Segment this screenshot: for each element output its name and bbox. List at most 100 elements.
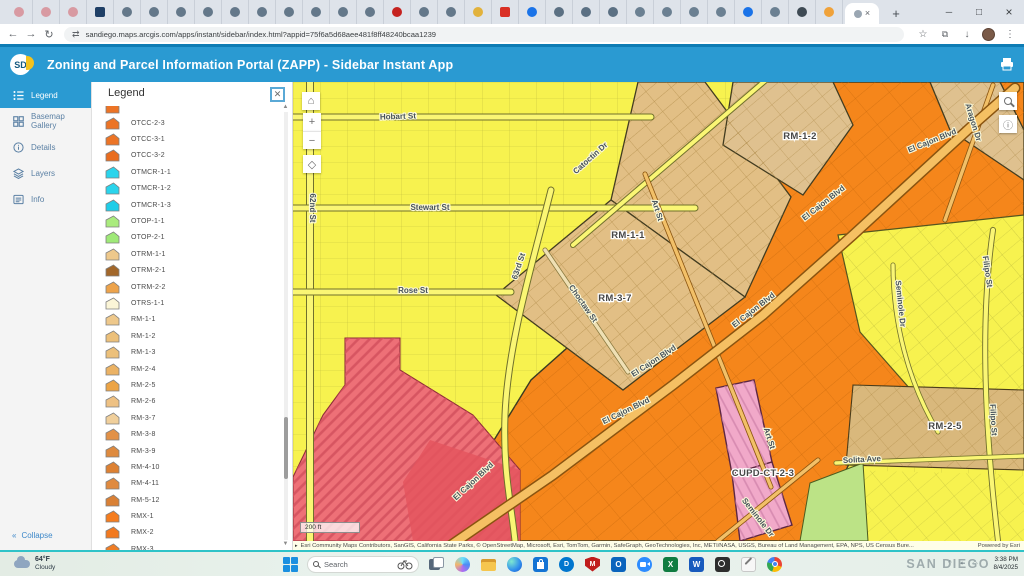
tab-favicon [14,7,24,17]
attribution-toggle-icon[interactable]: ▸ [295,543,298,549]
forward-icon[interactable]: → [22,28,40,40]
home-button[interactable]: ⌂ [302,92,320,110]
bookmark-star-icon[interactable]: ☆ [912,29,934,40]
street-label: Filipo St [988,404,999,436]
taskview-taskbar-icon[interactable] [428,556,445,573]
pinned-tab[interactable] [357,0,384,24]
pinned-tab[interactable] [573,0,600,24]
pinned-tab[interactable] [708,0,735,24]
active-tab[interactable]: × [845,3,879,24]
pen-taskbar-icon[interactable] [740,556,757,573]
pinned-tab[interactable] [384,0,411,24]
pinned-tab[interactable] [789,0,816,24]
pinned-tab[interactable] [141,0,168,24]
pinned-tab[interactable] [519,0,546,24]
sidebar-item-layers[interactable]: Layers [0,160,91,186]
url-text: sandiego.maps.arcgis.com/apps/instant/si… [86,30,436,39]
download-icon[interactable]: ↓ [956,29,978,40]
sidebar-item-details[interactable]: Details [0,134,91,160]
pinned-tab[interactable] [411,0,438,24]
new-tab-button[interactable]: + [885,2,907,24]
zone-label: RM-1-2 [783,131,816,142]
dell-taskbar-icon[interactable]: D [558,556,575,573]
pinned-tab[interactable] [600,0,627,24]
sidebar-item-basemap-gallery[interactable]: Basemap Gallery [0,108,91,134]
pinned-tab[interactable] [330,0,357,24]
print-icon[interactable] [1000,57,1014,71]
map-info-button[interactable]: ⓘ [999,115,1017,133]
pinned-tab[interactable] [627,0,654,24]
tab-favicon [122,7,132,17]
outlook-taskbar-icon[interactable]: O [610,556,627,573]
address-bar[interactable]: ⇄ sandiego.maps.arcgis.com/apps/instant/… [64,27,904,42]
legend-item: OTRM-2-2 [92,279,282,295]
site-settings-icon[interactable]: ⇄ [72,29,80,40]
zoom-in-button[interactable]: + [303,113,321,131]
pinned-tab[interactable] [465,0,492,24]
pinned-tab[interactable] [222,0,249,24]
store-taskbar-icon[interactable] [532,556,549,573]
window-close-icon[interactable]: × [994,0,1024,24]
clock-taskbar-icon[interactable] [714,556,731,573]
legend-item: RM-1-2 [92,328,282,344]
legend-item: RM-2-4 [92,361,282,377]
chrome-taskbar-icon[interactable] [766,556,783,573]
tab-favicon [392,7,402,17]
legend-item: OTRM-2-1 [92,263,282,279]
browser-menu-icon[interactable]: ⋮ [999,29,1021,40]
pinned-tab[interactable] [6,0,33,24]
pinned-tab[interactable] [654,0,681,24]
window-maximize-icon[interactable]: □ [964,0,994,24]
map-search-button[interactable] [999,92,1017,110]
mcafee-taskbar-icon[interactable]: M [584,556,601,573]
reload-icon[interactable]: ↻ [40,28,58,41]
pinned-tab[interactable] [168,0,195,24]
pinned-tab[interactable] [546,0,573,24]
taskbar-search-box[interactable]: Search [307,556,419,573]
sidebar-item-legend[interactable]: Legend [0,82,91,108]
pinned-tab[interactable] [33,0,60,24]
pinned-tab[interactable] [114,0,141,24]
edge-taskbar-icon[interactable] [506,556,523,573]
locate-button[interactable]: ◇ [303,155,321,173]
profile-avatar[interactable] [982,28,995,41]
legend-item: RM-1-1 [92,312,282,328]
pinned-tab[interactable] [60,0,87,24]
scroll-down-icon[interactable]: ▼ [282,541,289,548]
legend-scrollbar[interactable]: ▲ ▼ [282,104,289,548]
pinned-tab[interactable] [276,0,303,24]
excel-taskbar-icon[interactable]: X [662,556,679,573]
pinned-tab[interactable] [303,0,330,24]
back-icon[interactable]: ← [4,28,22,40]
taskbar-weather-widget[interactable]: 64°FCloudy [14,556,55,573]
pinned-tab[interactable] [87,0,114,24]
start-button[interactable] [283,557,298,572]
window-minimize-icon[interactable]: ─ [934,0,964,24]
app-header: SD Zoning and Parcel Information Portal … [0,47,1024,82]
pinned-tab[interactable] [735,0,762,24]
copilot-taskbar-icon[interactable] [454,556,471,573]
zoom-out-button[interactable]: − [303,131,321,149]
close-tab-icon[interactable]: × [865,9,870,18]
pinned-tab[interactable] [249,0,276,24]
tab-favicon [770,7,780,17]
map-canvas[interactable]: Hobart StStewart StRose St62nd StCatocti… [293,82,1024,550]
side-panel-icon[interactable]: ⧉ [934,29,956,40]
legend-item: OTCC-3-2 [92,148,282,164]
pinned-tab[interactable] [681,0,708,24]
pinned-tab[interactable] [195,0,222,24]
explorer-taskbar-icon[interactable] [480,556,497,573]
collapse-button[interactable]: « Collapse [12,531,53,540]
tab-favicon [176,7,186,17]
pinned-tab[interactable] [492,0,519,24]
pinned-tab[interactable] [762,0,789,24]
scrollbar-thumb[interactable] [284,417,288,479]
pinned-tab[interactable] [438,0,465,24]
legend-close-button[interactable]: ✕ [270,87,285,102]
zoom-taskbar-icon[interactable] [636,556,653,573]
sidebar-item-info[interactable]: Info [0,186,91,212]
tab-favicon [473,7,483,17]
pinned-tab[interactable] [816,0,843,24]
word-taskbar-icon[interactable]: W [688,556,705,573]
scroll-up-icon[interactable]: ▲ [282,104,289,111]
